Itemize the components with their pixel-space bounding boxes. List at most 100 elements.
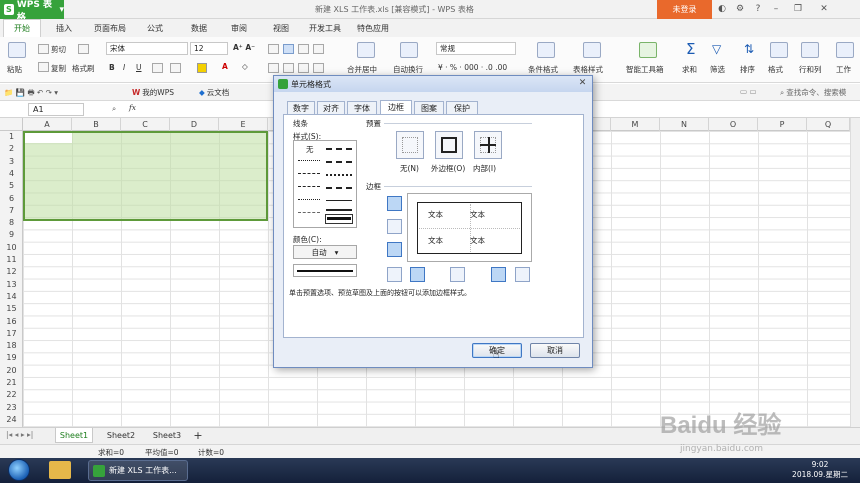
settings-icon[interactable]: ⚙ <box>734 3 746 15</box>
dialog-tab-number[interactable]: 数字 <box>287 101 315 114</box>
system-clock[interactable]: 9:02 2018.09.星期二 <box>790 460 850 480</box>
merge-center-button[interactable]: 合并居中 <box>347 64 377 75</box>
dialog-close-icon[interactable]: ✕ <box>577 78 588 89</box>
preset-outline-button[interactable] <box>435 131 463 159</box>
line-color-select[interactable]: 自动 ▾ <box>293 245 357 259</box>
line-style-thin[interactable] <box>326 200 352 201</box>
justify-icon[interactable] <box>313 63 324 73</box>
row-header[interactable]: 19 <box>0 352 23 364</box>
column-header[interactable]: M <box>611 118 660 131</box>
wrap-text-button[interactable]: 自动换行 <box>393 64 423 75</box>
sheet-nav-arrows[interactable]: |◂ ◂ ▸ ▸| <box>6 430 33 439</box>
line-style-dash-dot-dot[interactable] <box>298 199 320 200</box>
file-explorer-icon[interactable] <box>49 461 71 479</box>
column-header[interactable]: B <box>72 118 121 131</box>
indent-icon[interactable] <box>313 44 324 54</box>
row-header[interactable]: 12 <box>0 266 23 278</box>
line-style-medium-dash-dot[interactable] <box>326 161 352 163</box>
row-header[interactable]: 11 <box>0 254 23 266</box>
line-style-dash[interactable] <box>298 173 320 174</box>
layout-icons[interactable]: ▭ ▭ <box>740 87 757 96</box>
clear-format-icon[interactable]: ◇ <box>242 62 248 71</box>
quick-actions-icons[interactable]: 📁 💾 🖶 ↶ ↷ ▾ <box>4 87 58 100</box>
row-header[interactable]: 5 <box>0 180 23 192</box>
row-header[interactable]: 15 <box>0 303 23 315</box>
tab-page-layout[interactable]: 页面布局 <box>85 19 135 37</box>
tab-my-wps[interactable]: W 我的WPS <box>132 86 174 99</box>
dialog-tab-font[interactable]: 字体 <box>347 101 377 114</box>
cut-button[interactable]: 剪切 <box>51 44 66 55</box>
table-style-button[interactable]: 表格样式 <box>573 64 603 75</box>
conditional-format-button[interactable]: 条件格式 <box>528 64 558 75</box>
fx-icon[interactable]: fx <box>129 103 136 112</box>
worksheet-icon[interactable] <box>836 42 854 58</box>
column-header[interactable]: D <box>170 118 219 131</box>
sheet-tab-3[interactable]: Sheet3 <box>148 428 186 443</box>
format-painter-button[interactable]: 格式刷 <box>72 63 95 74</box>
line-style-medium-dash-dot-dot[interactable] <box>326 174 352 176</box>
row-header[interactable]: 3 <box>0 156 23 168</box>
border-diagonal-down-button[interactable] <box>515 267 530 282</box>
border-preview[interactable] <box>407 193 532 262</box>
dialog-tab-protection[interactable]: 保护 <box>446 101 478 114</box>
preset-inside-button[interactable] <box>474 131 502 159</box>
border-right-button[interactable] <box>491 267 506 282</box>
border-bottom-button[interactable] <box>387 242 402 257</box>
column-header[interactable]: P <box>758 118 807 131</box>
worksheet-button[interactable]: 工作 <box>836 64 851 75</box>
border-top-button[interactable] <box>387 196 402 211</box>
format-icon[interactable] <box>770 42 788 58</box>
add-sheet-icon[interactable]: + <box>190 428 206 443</box>
row-header[interactable]: 18 <box>0 340 23 352</box>
selected-range[interactable] <box>23 131 268 221</box>
active-cell[interactable] <box>25 133 72 143</box>
row-header[interactable]: 21 <box>0 377 23 389</box>
row-header[interactable]: 8 <box>0 217 23 229</box>
wrap-text-icon[interactable] <box>400 42 418 58</box>
dialog-title-bar[interactable]: 单元格格式 <box>274 76 592 92</box>
tab-review[interactable]: 审阅 <box>222 19 256 37</box>
font-family-select[interactable]: 宋体 <box>106 42 188 55</box>
number-format-buttons[interactable]: ¥ · % · 000 · .0 .00 <box>438 63 507 72</box>
tab-home[interactable]: 开始 <box>3 19 41 37</box>
border-left-button[interactable] <box>410 267 425 282</box>
line-style-thick-selected[interactable] <box>325 214 353 224</box>
column-header[interactable]: Q <box>807 118 850 131</box>
line-style-thin-dash[interactable] <box>298 212 320 213</box>
align-center-icon[interactable] <box>283 63 294 73</box>
row-header[interactable]: 7 <box>0 205 23 217</box>
tab-view[interactable]: 视图 <box>264 19 298 37</box>
dialog-tab-alignment[interactable]: 对齐 <box>317 101 345 114</box>
row-col-button[interactable]: 行和列 <box>799 64 822 75</box>
align-top-icon[interactable] <box>268 44 279 54</box>
underline-icon[interactable]: U <box>136 63 142 72</box>
font-size-select[interactable]: 12 <box>190 42 228 55</box>
border-middle-horizontal-button[interactable] <box>387 219 402 234</box>
command-search[interactable]: ⌕ 查找命令、搜索模 <box>780 86 846 99</box>
row-header[interactable]: 10 <box>0 242 23 254</box>
vertical-scrollbar[interactable] <box>850 118 860 427</box>
preset-none-button[interactable] <box>396 131 424 159</box>
help-icon[interactable]: ? <box>752 3 764 15</box>
taskbar-wps-window[interactable]: 新建 XLS 工作表... <box>88 460 188 481</box>
tab-formulas[interactable]: 公式 <box>138 19 172 37</box>
sheet-tab-1[interactable]: Sheet1 <box>55 428 93 443</box>
row-header[interactable]: 1 <box>0 131 23 143</box>
column-header[interactable]: O <box>709 118 758 131</box>
align-left-icon[interactable] <box>268 63 279 73</box>
bold-icon[interactable]: B <box>109 63 115 72</box>
zoom-formula-icon[interactable]: ⌕ <box>112 104 116 114</box>
line-style-slant-dash[interactable] <box>326 187 352 189</box>
row-header[interactable]: 22 <box>0 389 23 401</box>
row-header[interactable]: 2 <box>0 143 23 155</box>
dialog-tab-border[interactable]: 边框 <box>380 100 412 114</box>
line-style-dotted[interactable] <box>298 160 320 161</box>
align-bottom-icon[interactable] <box>298 44 309 54</box>
italic-icon[interactable]: I <box>123 63 125 72</box>
fill-color-icon[interactable] <box>197 63 207 73</box>
grow-font-icon[interactable]: A⁺ A⁻ <box>233 43 255 52</box>
tab-special[interactable]: 特色应用 <box>350 19 396 37</box>
line-style-none[interactable]: 无 <box>306 144 314 155</box>
filter-button[interactable]: 筛选 <box>710 64 725 75</box>
row-col-icon[interactable] <box>801 42 819 58</box>
